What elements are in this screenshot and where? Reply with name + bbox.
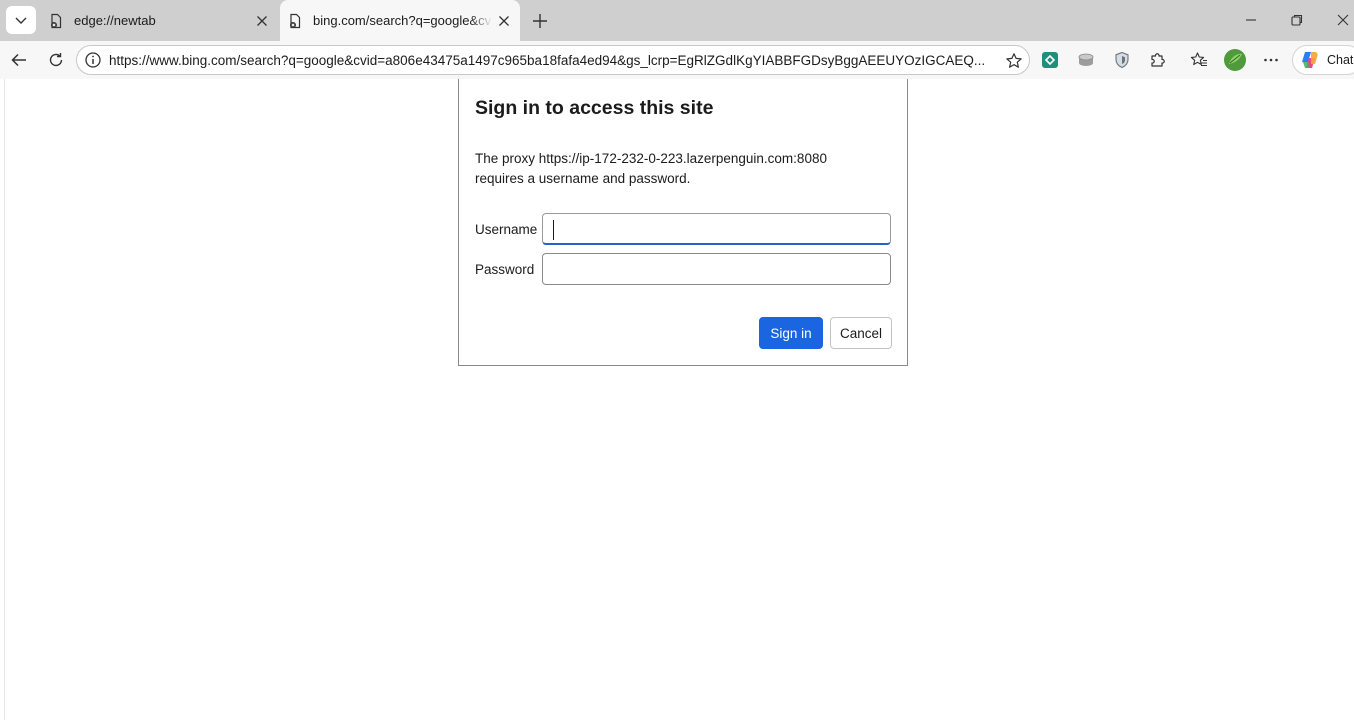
tab-newtab[interactable]: edge://newtab [40,0,278,41]
tab-bing-search[interactable]: bing.com/search?q=google&cvid=a806e43475… [280,0,520,41]
password-field[interactable] [542,253,891,285]
dialog-message: The proxy https://ip-172-232-0-223.lazer… [475,151,827,186]
back-arrow-icon [11,53,26,67]
close-icon[interactable] [250,9,274,33]
username-label: Username [475,222,538,237]
avatar-icon [1224,49,1246,71]
tab-title: bing.com/search?q=google&cvid=a806e43475… [313,13,492,28]
address-url[interactable]: https://www.bing.com/search?q=google&cvi… [109,52,991,69]
browser-toolbar: https://www.bing.com/search?q=google&cvi… [0,41,1354,79]
plus-icon [533,14,547,28]
more-options-button[interactable] [1255,44,1287,76]
copilot-icon [1302,52,1318,68]
cancel-button[interactable]: Cancel [830,317,892,349]
copilot-chat-button[interactable]: Chat [1292,45,1354,75]
profile-button[interactable] [1219,44,1251,76]
tab-strip: edge://newtab bing.com/search?q=google&c… [0,0,1354,41]
refresh-button[interactable] [40,44,72,76]
refresh-icon [49,53,63,67]
puzzle-icon [1151,53,1165,67]
back-button[interactable] [3,44,35,76]
sign-in-button[interactable]: Sign in [759,317,823,349]
extensions-button[interactable] [1142,44,1174,76]
more-icon [1264,58,1278,62]
extension-disk-button[interactable] [1070,44,1102,76]
chat-label: Chat [1327,53,1354,67]
shield-icon [1115,51,1129,69]
restore-icon [1291,14,1303,26]
extension-green-icon [1042,52,1058,68]
star-icon[interactable] [1003,50,1025,72]
tab-title: edge://newtab [74,13,156,28]
tab-actions-menu-button[interactable] [6,6,36,34]
shield-extension-button[interactable] [1106,44,1138,76]
new-tab-button[interactable] [526,7,554,35]
close-icon[interactable] [492,9,516,33]
extension-disk-icon [1078,53,1094,66]
address-bar[interactable]: https://www.bing.com/search?q=google&cvi… [76,45,1030,75]
close-icon [1337,14,1349,26]
dialog-title: Sign in to access this site [475,97,714,119]
favorites-icon [1190,52,1207,67]
close-window-button[interactable] [1320,0,1354,40]
minimize-icon [1246,19,1256,21]
favorites-button[interactable] [1183,44,1215,76]
minimize-button[interactable] [1228,0,1274,40]
restore-button[interactable] [1274,0,1320,40]
username-field[interactable] [542,213,891,245]
chevron-down-icon [15,17,27,24]
password-label: Password [475,262,535,277]
extension-green-button[interactable] [1034,44,1066,76]
page-blocked-icon [287,13,303,29]
proxy-sign-in-dialog: Sign in to access this site The proxy ht… [458,79,908,366]
info-icon[interactable] [83,50,103,70]
text-caret [553,220,554,240]
page-blocked-icon [48,13,64,29]
